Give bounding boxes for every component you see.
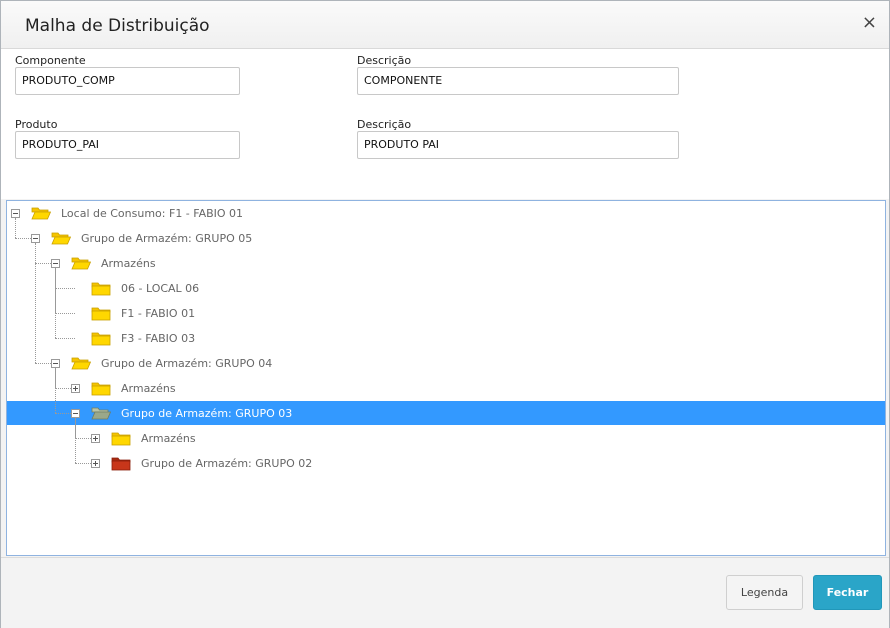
tree-node-label: Grupo de Armazém: GRUPO 02 — [141, 457, 313, 470]
expand-icon[interactable] — [91, 459, 100, 468]
tree-node[interactable]: F3 - FABIO 03 — [71, 326, 867, 351]
descricao-componente-field[interactable]: COMPONENTE — [357, 67, 679, 95]
tree-node[interactable]: Grupo de Armazém: GRUPO 04 — [51, 351, 867, 376]
collapse-icon[interactable] — [51, 359, 60, 368]
legenda-button[interactable]: Legenda — [726, 575, 803, 610]
produto-field[interactable]: PRODUTO_PAI — [15, 131, 240, 159]
folder-icon — [31, 205, 52, 221]
tree-node-label: F1 - FABIO 01 — [121, 307, 196, 320]
produto-label: Produto — [15, 118, 58, 131]
folder-icon — [111, 430, 131, 446]
collapse-icon[interactable] — [71, 409, 80, 418]
close-icon[interactable]: × — [862, 14, 877, 32]
tree-node-label: Grupo de Armazém: GRUPO 03 — [121, 407, 293, 420]
expand-icon[interactable] — [91, 434, 100, 443]
form-area: Componente PRODUTO_COMP Descrição COMPON… — [1, 49, 889, 199]
descricao-produto-field[interactable]: PRODUTO PAI — [357, 131, 679, 159]
dialog-footer: Legenda Fechar — [1, 557, 889, 628]
descricao-produto-label: Descrição — [357, 118, 412, 131]
tree-node-label: F3 - FABIO 03 — [121, 332, 196, 345]
distribution-dialog: Malha de Distribuição × Componente PRODU… — [0, 0, 890, 628]
tree-node-label: Armazéns — [101, 257, 156, 270]
folder-icon — [71, 255, 92, 271]
collapse-icon[interactable] — [31, 234, 40, 243]
tree-connector — [35, 243, 36, 363]
collapse-icon[interactable] — [11, 209, 20, 218]
folder-icon — [91, 405, 112, 421]
folder-icon — [71, 355, 92, 371]
componente-field[interactable]: PRODUTO_COMP — [15, 67, 240, 95]
distribution-tree[interactable]: Local de Consumo: F1 - FABIO 01 Grupo de … — [6, 200, 886, 556]
tree-node[interactable]: Grupo de Armazém: GRUPO 02 — [91, 451, 867, 476]
folder-icon — [91, 380, 111, 396]
tree-node[interactable]: Armazéns — [91, 426, 867, 451]
tree-node[interactable]: Armazéns — [51, 251, 867, 276]
tree-node-label: 06 - LOCAL 06 — [121, 282, 200, 295]
tree-node[interactable]: 06 - LOCAL 06 — [71, 276, 867, 301]
folder-icon — [51, 230, 72, 246]
folder-icon — [91, 305, 111, 321]
dialog-title: Malha de Distribuição — [25, 16, 210, 36]
tree-connector — [55, 268, 56, 338]
tree-node-label: Armazéns — [141, 432, 196, 445]
tree-node-label: Local de Consumo: F1 - FABIO 01 — [61, 207, 244, 220]
tree-node-label: Grupo de Armazém: GRUPO 05 — [81, 232, 253, 245]
collapse-icon[interactable] — [51, 259, 60, 268]
tree-node[interactable]: Grupo de Armazém: GRUPO 05 — [31, 226, 867, 251]
tree-node[interactable]: Grupo de Armazém: GRUPO 03 — [71, 401, 867, 426]
componente-label: Componente — [15, 54, 86, 67]
expand-icon[interactable] — [71, 384, 80, 393]
dialog-header: Malha de Distribuição × — [1, 1, 889, 49]
tree-node-label: Armazéns — [121, 382, 176, 395]
descricao-componente-label: Descrição — [357, 54, 412, 67]
tree-node[interactable]: Armazéns — [71, 376, 867, 401]
folder-icon — [91, 280, 111, 296]
tree-node[interactable]: F1 - FABIO 01 — [71, 301, 867, 326]
folder-icon — [111, 455, 131, 471]
tree-node[interactable]: Local de Consumo: F1 - FABIO 01 — [11, 201, 867, 226]
fechar-button[interactable]: Fechar — [813, 575, 882, 610]
folder-icon — [91, 330, 111, 346]
tree-node-label: Grupo de Armazém: GRUPO 04 — [101, 357, 273, 370]
